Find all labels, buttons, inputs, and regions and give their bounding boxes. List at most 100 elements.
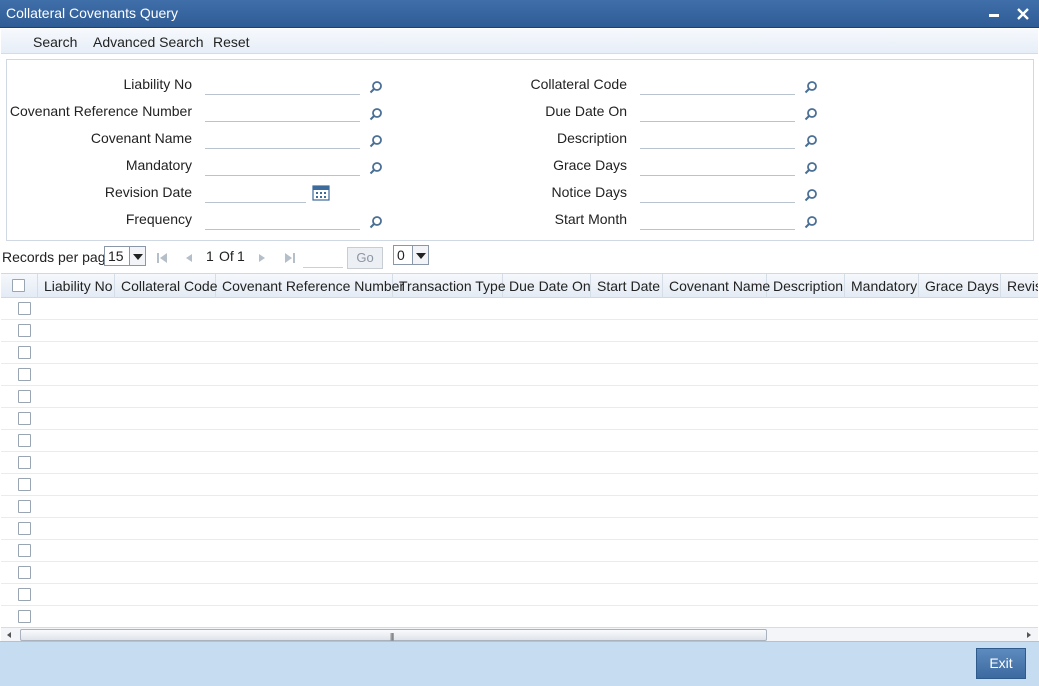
search-icon[interactable]	[369, 134, 383, 148]
row-checkbox[interactable]	[18, 588, 31, 601]
table-row[interactable]	[1, 562, 1038, 584]
calendar-icon[interactable]	[312, 185, 330, 201]
row-checkbox[interactable]	[18, 346, 31, 359]
column-header[interactable]: Covenant Name	[663, 274, 770, 298]
table-row[interactable]	[1, 298, 1038, 320]
search-icon[interactable]	[369, 107, 383, 121]
table-row[interactable]	[1, 452, 1038, 474]
column-header[interactable]: Transaction Type	[393, 274, 506, 298]
table-row[interactable]	[1, 518, 1038, 540]
goto-page-input[interactable]	[303, 250, 343, 268]
pagination-bar: Records per page 15 1 Of 1 0	[0, 244, 1039, 272]
column-header[interactable]: Revisi	[1001, 274, 1038, 298]
due-date-on-input[interactable]	[640, 104, 795, 122]
query-toolbar: Search Advanced Search Reset	[1, 29, 1038, 54]
table-row[interactable]	[1, 474, 1038, 496]
records-per-page-value: 15	[108, 248, 124, 264]
search-icon[interactable]	[804, 80, 818, 94]
column-header[interactable]: Liability No	[38, 274, 115, 298]
table-row[interactable]	[1, 430, 1038, 452]
search-icon[interactable]	[369, 215, 383, 229]
row-checkbox[interactable]	[18, 566, 31, 579]
table-row[interactable]	[1, 540, 1038, 562]
collateral-code-label: Collateral Code	[530, 76, 628, 92]
row-checkbox[interactable]	[18, 544, 31, 557]
row-checkbox[interactable]	[18, 522, 31, 535]
table-row[interactable]	[1, 364, 1038, 386]
search-icon[interactable]	[804, 134, 818, 148]
revision-date-label: Revision Date	[104, 184, 192, 200]
grid-header: Liability No Collateral Code Covenant Re…	[1, 274, 1038, 298]
table-row[interactable]	[1, 496, 1038, 518]
search-icon[interactable]	[804, 161, 818, 175]
covenant-name-label: Covenant Name	[90, 130, 192, 146]
row-checkbox[interactable]	[18, 610, 31, 623]
row-checkbox[interactable]	[18, 412, 31, 425]
select-all-checkbox[interactable]	[12, 279, 25, 292]
column-header[interactable]: Covenant Reference Number	[216, 274, 404, 298]
column-header[interactable]: Mandatory	[845, 274, 919, 298]
search-icon[interactable]	[804, 107, 818, 121]
advanced-search-button[interactable]: Advanced Search	[93, 34, 204, 50]
reset-button[interactable]: Reset	[213, 34, 250, 50]
due-date-on-label: Due Date On	[545, 103, 627, 119]
go-button[interactable]: Go	[347, 247, 383, 269]
row-checkbox[interactable]	[18, 324, 31, 337]
last-page-icon[interactable]	[284, 252, 296, 264]
covenant-reference-number-input[interactable]	[205, 104, 360, 122]
revision-date-input[interactable]	[205, 185, 306, 203]
frequency-input[interactable]	[205, 212, 360, 230]
mandatory-input[interactable]	[205, 158, 360, 176]
covenant-reference-number-label: Covenant Reference Number	[9, 103, 192, 119]
table-row[interactable]	[1, 408, 1038, 430]
liability-no-input[interactable]	[205, 77, 360, 95]
row-checkbox[interactable]	[18, 368, 31, 381]
records-per-page-select[interactable]: 15	[104, 246, 146, 266]
horizontal-scrollbar[interactable]: |||	[1, 627, 1038, 641]
row-checkbox[interactable]	[18, 434, 31, 447]
column-header[interactable]: Start Date	[591, 274, 663, 298]
column-header[interactable]: Grace Days	[919, 274, 1001, 298]
scroll-right-icon[interactable]	[1024, 630, 1034, 640]
current-page: 1	[206, 248, 214, 264]
row-checkbox[interactable]	[18, 478, 31, 491]
table-row[interactable]	[1, 320, 1038, 342]
column-header[interactable]: Description	[767, 274, 845, 298]
search-button[interactable]: Search	[33, 34, 77, 50]
table-row[interactable]	[1, 342, 1038, 364]
next-page-icon[interactable]	[256, 252, 268, 264]
column-header[interactable]: Due Date On	[503, 274, 591, 298]
notice-days-label: Notice Days	[551, 184, 627, 200]
collateral-code-input[interactable]	[640, 77, 795, 95]
table-row[interactable]	[1, 584, 1038, 606]
scrollbar-thumb[interactable]: |||	[20, 629, 767, 641]
row-checkbox[interactable]	[18, 302, 31, 315]
search-icon[interactable]	[804, 188, 818, 202]
table-row[interactable]	[1, 386, 1038, 408]
first-page-icon[interactable]	[156, 252, 168, 264]
notice-days-input[interactable]	[640, 185, 795, 203]
minimize-icon[interactable]	[984, 4, 1004, 24]
previous-page-icon[interactable]	[183, 252, 195, 264]
chevron-down-icon	[412, 246, 428, 264]
search-icon[interactable]	[804, 215, 818, 229]
description-input[interactable]	[640, 131, 795, 149]
column-header[interactable]: Collateral Code	[115, 274, 218, 298]
records-per-page-label: Records per page	[2, 249, 114, 265]
row-checkbox[interactable]	[18, 500, 31, 513]
search-icon[interactable]	[369, 161, 383, 175]
row-checkbox[interactable]	[18, 390, 31, 403]
select-all-cell	[1, 274, 38, 298]
total-pages: 1	[237, 248, 245, 264]
selected-count-select[interactable]: 0	[393, 245, 429, 265]
grace-days-input[interactable]	[640, 158, 795, 176]
close-icon[interactable]	[1013, 4, 1033, 24]
start-month-input[interactable]	[640, 212, 795, 230]
chevron-down-icon	[129, 247, 145, 265]
search-icon[interactable]	[369, 80, 383, 94]
row-checkbox[interactable]	[18, 456, 31, 469]
table-row[interactable]	[1, 606, 1038, 627]
scroll-left-icon[interactable]	[4, 630, 14, 640]
covenant-name-input[interactable]	[205, 131, 360, 149]
exit-button[interactable]: Exit	[976, 648, 1026, 679]
